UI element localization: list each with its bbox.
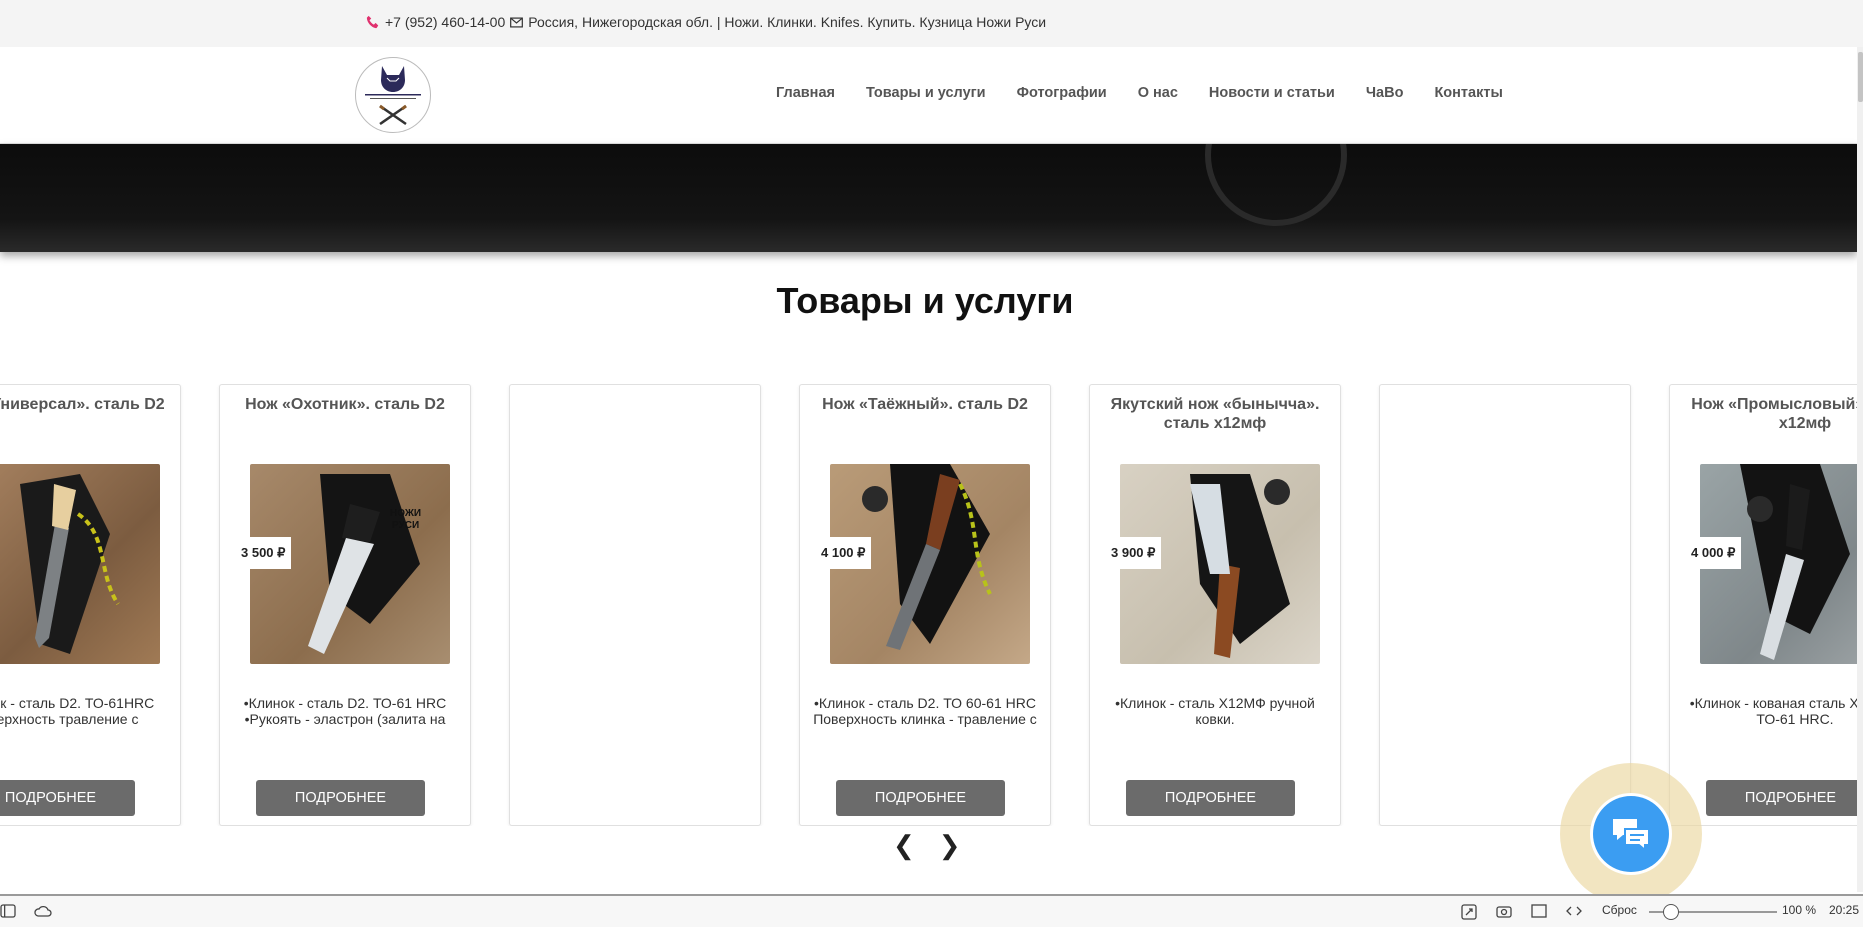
main-nav: Главная Товары и услуги Фотографии О нас…	[776, 85, 1534, 101]
panel-toggle-icon[interactable]	[0, 904, 16, 921]
product-title: Якутский нож «бынычча». сталь х12мф	[1110, 396, 1320, 432]
nav-news[interactable]: Новости и статьи	[1209, 85, 1335, 101]
nav-faq[interactable]: ЧаВо	[1366, 85, 1404, 101]
window-icon[interactable]	[1531, 904, 1547, 921]
product-description: •Клинок - кованая сталь Х12МФ. ТО-61 HRC…	[1689, 695, 1857, 727]
nav-photos[interactable]: Фотографии	[1017, 85, 1107, 101]
svg-text:РУСИ: РУСИ	[392, 520, 419, 531]
fullscreen-icon[interactable]	[1461, 904, 1477, 923]
product-title: Нож «Промысловый». сталь х12мф	[1691, 396, 1857, 432]
browser-statusbar: Сброс 100 % 20:25	[0, 894, 1863, 927]
nav-contacts[interactable]: Контакты	[1434, 85, 1502, 101]
site-header: Главная Товары и услуги Фотографии О нас…	[0, 47, 1857, 144]
product-description: •Клинок - сталь D2. ТО 60-61 HRC Поверхн…	[813, 695, 1037, 727]
phone-number[interactable]: +7 (952) 460-14-00	[385, 14, 505, 30]
details-button[interactable]: ПОДРОБНЕЕ	[256, 780, 425, 816]
location-text: Россия, Нижегородская обл. | Ножи. Клинк…	[528, 14, 1047, 30]
product-description: •Клинок - сталь D2. ТО-61HRC Поверхность…	[0, 695, 155, 727]
zoom-level: 100 %	[1782, 903, 1817, 917]
cloud-icon[interactable]	[34, 904, 52, 921]
details-button[interactable]: ПОДРОБНЕЕ	[1126, 780, 1295, 816]
product-price: 3 900 ₽	[1105, 537, 1162, 569]
nav-products[interactable]: Товары и услуги	[866, 85, 986, 101]
svg-text:НОЖИ: НОЖИ	[390, 508, 421, 519]
details-button[interactable]: ПОДРОБНЕЕ	[836, 780, 1005, 816]
contact-line: +7 (952) 460-14-00 Россия, Нижегородская…	[366, 14, 1046, 30]
details-button[interactable]: ПОДРОБНЕЕ	[0, 780, 135, 816]
banner-decoration	[1205, 144, 1347, 226]
phone-icon	[366, 15, 380, 29]
details-button[interactable]: ПОДРОБНЕЕ	[1706, 780, 1857, 816]
hero-banner	[0, 144, 1857, 252]
chat-button[interactable]	[1593, 796, 1669, 872]
nav-home[interactable]: Главная	[776, 85, 835, 101]
product-description: •Клинок - сталь D2. ТО-61 HRC •Рукоять -…	[243, 695, 447, 727]
product-card: Якутский нож «бынычча». сталь х12мф 3 90…	[1089, 384, 1341, 826]
product-price: 4 100 ₽	[815, 537, 872, 569]
product-price: 3 500 ₽	[235, 537, 292, 569]
product-title: Нож «Универсал». сталь D2	[0, 396, 165, 413]
product-carousel: Нож «Универсал». сталь D2 3 ₽ •Клинок - …	[0, 384, 1857, 826]
product-card-empty	[1379, 384, 1631, 826]
zoom-slider-handle[interactable]	[1663, 904, 1679, 920]
mail-icon	[510, 16, 524, 28]
product-price: 4 000 ₽	[1685, 537, 1742, 569]
page-scrollbar[interactable]	[1857, 47, 1863, 892]
next-arrow-icon[interactable]: ❯	[939, 830, 961, 861]
product-card: Нож «Охотник». сталь D2 НОЖИ РУСИ 3 500 …	[219, 384, 471, 826]
site-logo[interactable]	[355, 57, 431, 133]
product-card: Нож «Промысловый». сталь х12мф 4 000 ₽ •…	[1669, 384, 1857, 826]
product-image[interactable]	[0, 464, 160, 664]
product-description: •Клинок - сталь Х12МФ ручной ковки.	[1115, 695, 1315, 727]
product-title: Нож «Охотник». сталь D2	[245, 396, 445, 413]
chat-icon	[1613, 819, 1650, 851]
product-card-empty	[509, 384, 761, 826]
code-icon[interactable]	[1566, 904, 1582, 921]
product-card: Нож «Таёжный». сталь D2 4 100 ₽ •Клинок …	[799, 384, 1051, 826]
carousel-controls: ❮ ❯	[893, 830, 961, 861]
zoom-reset-button[interactable]: Сброс	[1602, 903, 1637, 917]
nav-about[interactable]: О нас	[1138, 85, 1178, 101]
clock: 20:25	[1829, 903, 1860, 917]
scrollbar-thumb[interactable]	[1858, 52, 1863, 102]
top-info-bar: +7 (952) 460-14-00 Россия, Нижегородская…	[0, 0, 1863, 47]
product-title: Нож «Таёжный». сталь D2	[822, 396, 1028, 413]
product-card: Нож «Универсал». сталь D2 3 ₽ •Клинок - …	[0, 384, 181, 826]
prev-arrow-icon[interactable]: ❮	[893, 830, 915, 861]
section-title: Товары и услуги	[776, 280, 1074, 321]
camera-icon[interactable]	[1496, 904, 1512, 921]
